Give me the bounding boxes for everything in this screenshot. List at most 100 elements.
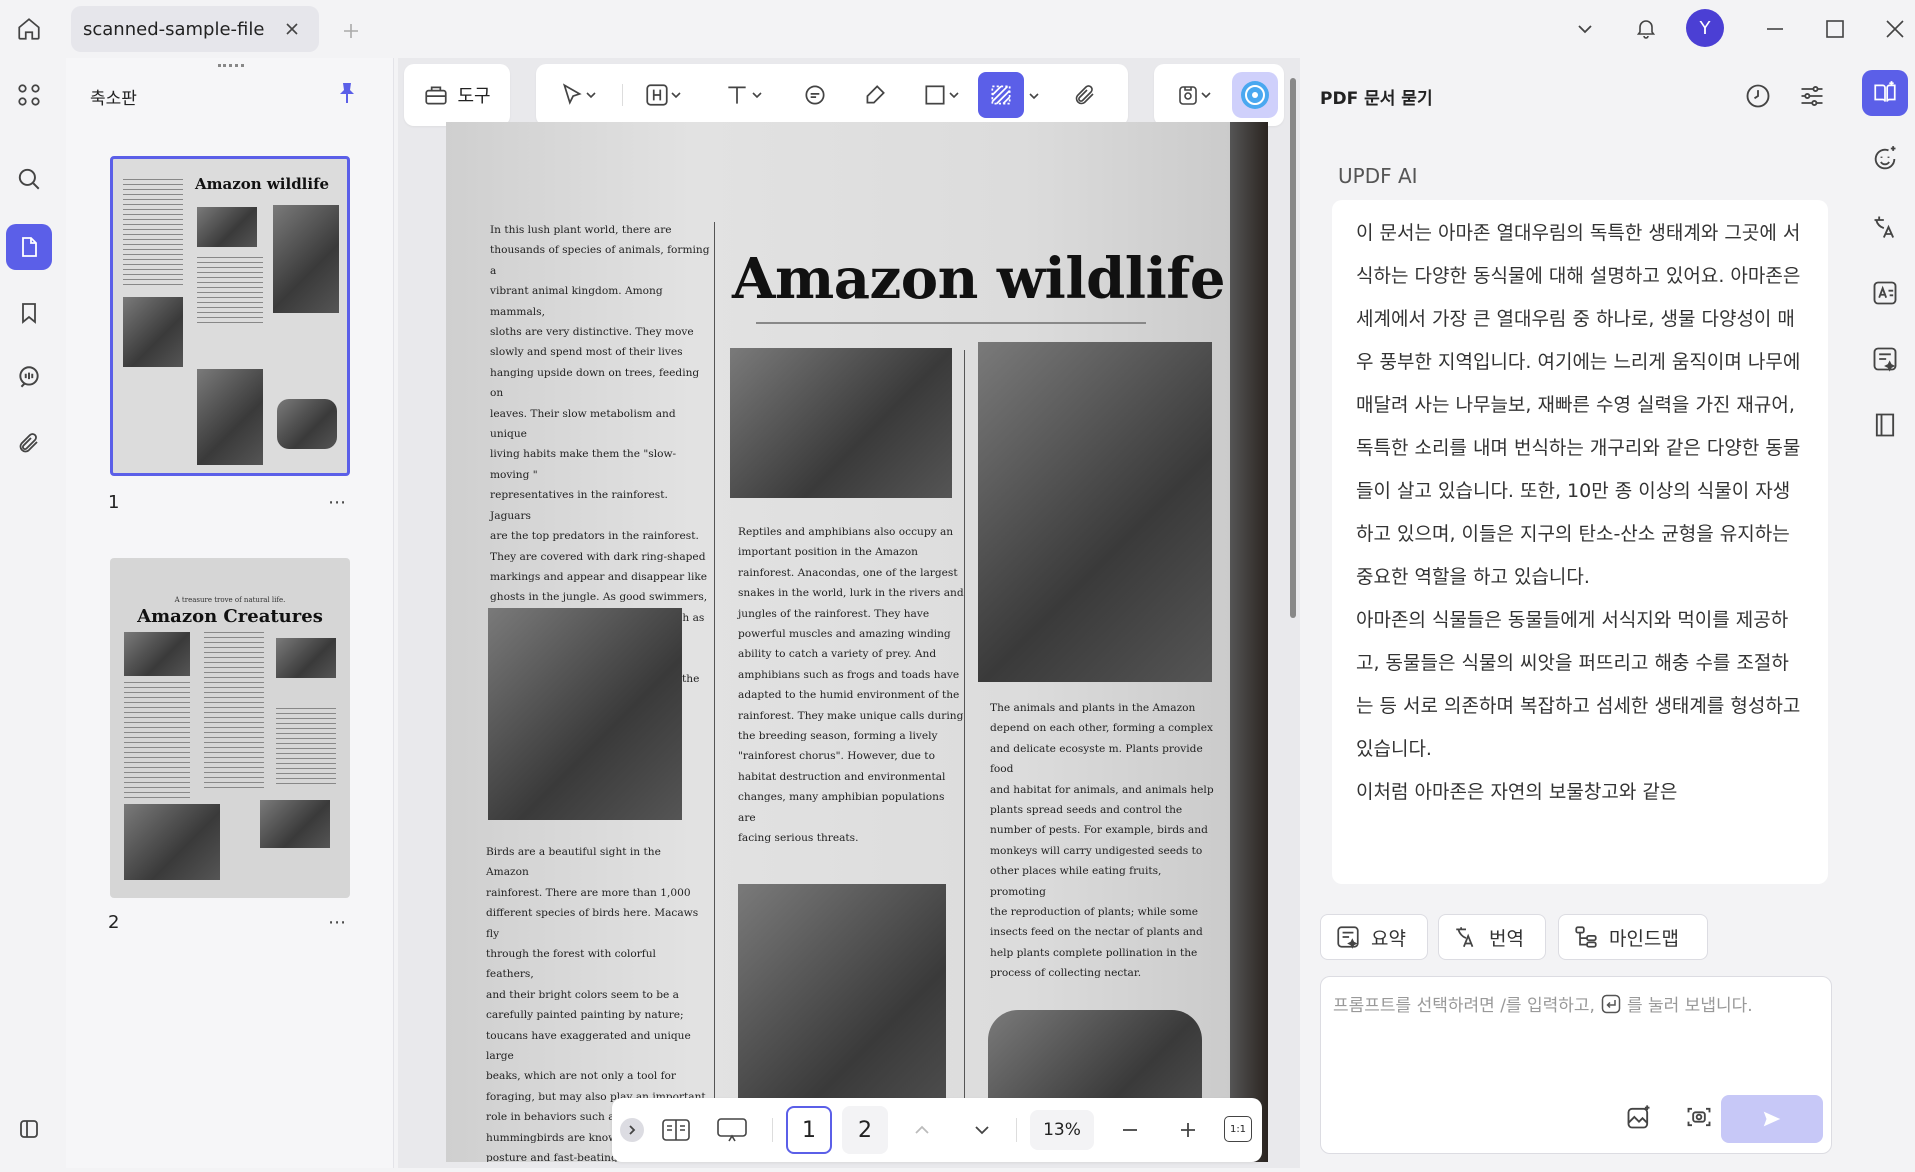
presentation-button[interactable] bbox=[712, 1112, 752, 1148]
ai-sender-name: UPDF AI bbox=[1338, 164, 1418, 188]
book-sparkle-icon bbox=[1874, 81, 1896, 102]
thumbnail-page-2[interactable]: A treasure trove of natural life. Amazon… bbox=[110, 558, 350, 898]
ask-pdf-tab[interactable] bbox=[1862, 70, 1908, 116]
comment-icon[interactable] bbox=[10, 358, 48, 396]
bell-icon[interactable] bbox=[1628, 10, 1664, 46]
prompt-placeholder-before: 프롬프트를 선택하려면 /를 입력하고, bbox=[1333, 996, 1595, 1016]
ai-assistant-button[interactable] bbox=[1232, 72, 1278, 118]
mindmap-chip[interactable]: 마인드맵 bbox=[1558, 914, 1708, 960]
plus-icon bbox=[1181, 1123, 1195, 1137]
attachment-icon[interactable] bbox=[10, 424, 48, 462]
tools-button[interactable]: 도구 bbox=[412, 72, 502, 118]
nav-divider bbox=[1016, 1118, 1017, 1142]
marker-icon bbox=[866, 85, 885, 104]
bookmark-icon[interactable] bbox=[10, 294, 48, 332]
sliders-icon bbox=[1801, 85, 1823, 107]
minus-icon bbox=[1123, 1129, 1137, 1131]
extra-toolbar bbox=[1154, 64, 1284, 126]
minimize-icon[interactable] bbox=[1760, 14, 1790, 44]
close-tab-icon[interactable] bbox=[279, 16, 305, 42]
attach-tool[interactable] bbox=[1062, 72, 1108, 118]
page-navigation-bar: 1 2 13% 1:1 bbox=[612, 1098, 1262, 1162]
highlight-tool[interactable] bbox=[852, 72, 898, 118]
chevron-down-icon bbox=[949, 92, 959, 99]
slideshow-icon bbox=[717, 1118, 747, 1142]
thumbnail-1-giraffe bbox=[197, 369, 263, 465]
summarize-chip[interactable]: 요약 bbox=[1320, 914, 1428, 960]
title-rule bbox=[756, 322, 1146, 324]
toolbox-icon bbox=[425, 86, 448, 105]
translate-chip[interactable]: 번역 bbox=[1438, 914, 1546, 960]
actual-size-button[interactable]: 1:1 bbox=[1224, 1116, 1252, 1142]
avatar[interactable]: Y bbox=[1686, 9, 1724, 47]
camera-icon bbox=[1687, 1107, 1711, 1127]
heading-tool[interactable] bbox=[632, 72, 694, 118]
previous-page-button[interactable] bbox=[904, 1112, 940, 1148]
next-page-button[interactable] bbox=[964, 1112, 1000, 1148]
cursor-icon bbox=[562, 83, 582, 105]
drag-handle[interactable] bbox=[218, 64, 244, 68]
current-page-button[interactable]: 1 bbox=[786, 1106, 832, 1154]
thumbnail-2-more-icon[interactable]: ⋯ bbox=[322, 912, 352, 933]
select-tool[interactable] bbox=[544, 72, 612, 118]
vertical-scrollbar[interactable] bbox=[1290, 78, 1296, 618]
zoom-out-button[interactable] bbox=[1112, 1112, 1148, 1148]
zoom-in-button[interactable] bbox=[1170, 1112, 1206, 1148]
summary-tab[interactable] bbox=[1864, 338, 1906, 380]
translate-icon bbox=[1874, 216, 1895, 238]
chevron-down-icon bbox=[586, 92, 596, 99]
thumbnail-2-text-1 bbox=[124, 682, 190, 802]
annotation-toolbar bbox=[536, 64, 1128, 126]
document-title: Amazon wildlife bbox=[732, 246, 1226, 312]
screenshot-button[interactable] bbox=[1679, 1097, 1719, 1137]
image-upload-button[interactable] bbox=[1619, 1097, 1659, 1137]
pdf-page: In this lush plant world, there are thou… bbox=[446, 122, 1268, 1162]
history-button[interactable] bbox=[1738, 76, 1778, 116]
new-tab-icon[interactable] bbox=[336, 16, 366, 46]
area-tool[interactable] bbox=[978, 72, 1024, 118]
speech-bubble-icon bbox=[805, 85, 825, 105]
thumbnail-1-text-2 bbox=[197, 257, 263, 327]
prompt-input[interactable]: 프롬프트를 선택하려면 /를 입력하고, 를 눌러 보냅니다. bbox=[1320, 976, 1832, 1154]
zoom-level[interactable]: 13% bbox=[1030, 1110, 1094, 1150]
thumbnails-icon[interactable] bbox=[6, 224, 52, 270]
chevron-down-icon[interactable] bbox=[1570, 14, 1600, 44]
thumbnail-2-turtle bbox=[276, 638, 336, 678]
reader-tab[interactable] bbox=[1864, 404, 1906, 446]
document-tab[interactable]: scanned-sample-file bbox=[71, 6, 319, 52]
thumbnail-2-landscape bbox=[124, 804, 220, 880]
maximize-icon[interactable] bbox=[1820, 14, 1850, 44]
comment-tool[interactable] bbox=[792, 72, 838, 118]
translate-tab[interactable] bbox=[1864, 206, 1906, 248]
ocr-tab[interactable] bbox=[1864, 272, 1906, 314]
thumbnail-1-number: 1 bbox=[108, 492, 120, 513]
page-layout-button[interactable] bbox=[656, 1112, 696, 1148]
search-icon[interactable] bbox=[10, 160, 48, 198]
shape-tool[interactable] bbox=[910, 72, 972, 118]
send-button[interactable] bbox=[1721, 1095, 1823, 1143]
mindmap-icon bbox=[1575, 926, 1597, 948]
next-page-number-button[interactable]: 2 bbox=[842, 1106, 888, 1154]
chevron-down-icon[interactable] bbox=[1026, 88, 1042, 104]
thumbnail-1-more-icon[interactable]: ⋯ bbox=[322, 492, 352, 513]
book-icon bbox=[1875, 413, 1895, 437]
sidebar-toggle-icon[interactable] bbox=[10, 1110, 48, 1148]
grid-view-icon[interactable] bbox=[10, 76, 48, 114]
settings-button[interactable] bbox=[1792, 76, 1832, 116]
stamp-tool[interactable] bbox=[1162, 72, 1226, 118]
chevron-right-icon bbox=[629, 1125, 636, 1135]
text-tool[interactable] bbox=[712, 72, 774, 118]
thumbnail-page-1[interactable]: Amazon wildlife bbox=[110, 156, 350, 476]
close-window-icon[interactable] bbox=[1880, 14, 1910, 44]
prompt-placeholder: 프롬프트를 선택하려면 /를 입력하고, 를 눌러 보냅니다. bbox=[1333, 991, 1753, 1016]
thumbnail-1-text bbox=[123, 179, 183, 289]
tab-title: scanned-sample-file bbox=[83, 19, 265, 40]
expand-nav-button[interactable] bbox=[620, 1118, 644, 1142]
ai-panel-title: PDF 문서 묻기 bbox=[1320, 89, 1433, 109]
home-icon[interactable] bbox=[10, 10, 48, 48]
pin-icon[interactable] bbox=[332, 78, 362, 108]
column-rule-2 bbox=[964, 350, 965, 1162]
chevron-down-icon bbox=[752, 92, 762, 99]
chat-ai-tab[interactable] bbox=[1864, 138, 1906, 180]
page-edge-shadow bbox=[1230, 122, 1268, 1162]
